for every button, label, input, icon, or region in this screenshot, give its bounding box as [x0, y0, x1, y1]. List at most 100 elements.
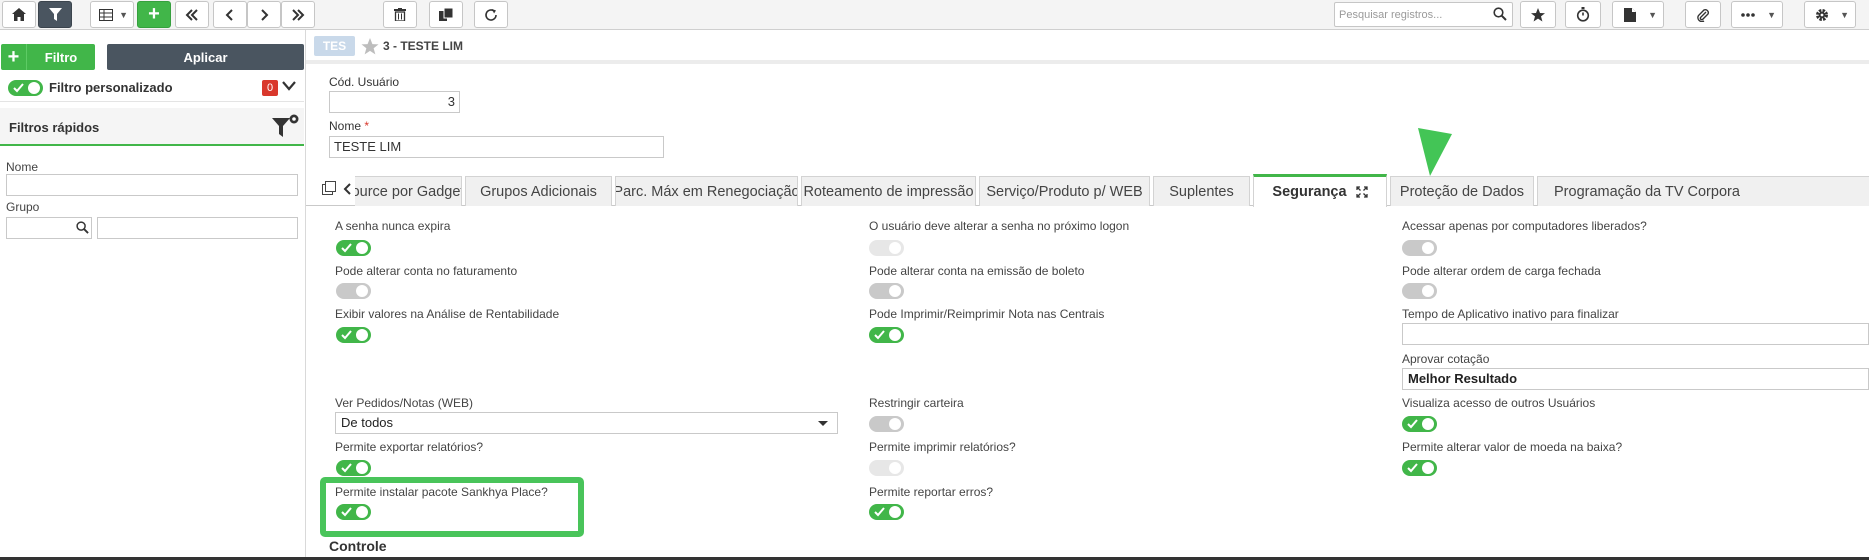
- alterar-conta-boleto-toggle[interactable]: [869, 283, 904, 299]
- refresh-button[interactable]: [474, 1, 508, 28]
- cod-usuario-field[interactable]: 3: [329, 91, 460, 113]
- tab-source-gadget[interactable]: ource por Gadget: [355, 176, 462, 206]
- page-title: 3 - TESTE LIM: [383, 39, 464, 53]
- home-button[interactable]: [2, 1, 36, 28]
- chevron-left-icon[interactable]: [343, 183, 352, 195]
- aprovar-cotacao-select[interactable]: Melhor Resultado: [1402, 368, 1869, 390]
- nome-label: Nome *: [329, 119, 370, 133]
- nome-filter-label: Nome: [6, 160, 39, 174]
- ver-pedidos-notas-select[interactable]: De todos: [335, 412, 838, 434]
- custom-filter-row: Filtro personalizado 0: [0, 74, 304, 102]
- imprimir-relatorios-toggle[interactable]: [869, 460, 904, 476]
- document-icon: [1624, 7, 1636, 22]
- nome-filter-input[interactable]: [6, 174, 298, 196]
- stopwatch-icon: [1576, 7, 1590, 22]
- restringir-carteira-label: Restringir carteira: [869, 396, 964, 410]
- exportar-relatorios-toggle[interactable]: [336, 460, 371, 476]
- ordem-carga-fechada-toggle[interactable]: [1402, 283, 1437, 299]
- funnel-icon: [48, 8, 62, 21]
- imprimir-relatorios-label: Permite imprimir relatórios?: [869, 440, 1016, 454]
- search-icon[interactable]: [1493, 7, 1507, 21]
- senha-nunca-expira-toggle[interactable]: [336, 240, 371, 256]
- filter-panel: + Filtro Aplicar Filtro personalizado 0 …: [0, 30, 306, 560]
- timer-button[interactable]: [1565, 1, 1601, 28]
- tab-suplentes[interactable]: Suplentes: [1153, 176, 1250, 206]
- tab-programacao-tv[interactable]: Programação da TV Corpora: [1537, 176, 1869, 206]
- header-divider: [306, 60, 1869, 64]
- tab-servico-produto[interactable]: Serviço/Produto p/ WEB: [979, 176, 1150, 206]
- paperclip-icon: [1697, 8, 1709, 22]
- nome-field[interactable]: TESTE LIM: [329, 136, 664, 158]
- exibir-valores-rentabilidade-label: Exibir valores na Análise de Rentabilida…: [335, 307, 560, 321]
- search-icon[interactable]: [76, 221, 89, 234]
- valor-moeda-baixa-label: Permite alterar valor de moeda na baixa?: [1402, 440, 1623, 454]
- aprovar-cotacao-label: Aprovar cotação: [1402, 352, 1490, 366]
- check-icon: [1407, 463, 1418, 473]
- cod-usuario-label: Cód. Usuário: [329, 75, 400, 89]
- alterar-senha-logon-toggle[interactable]: [869, 240, 904, 256]
- last-record-button[interactable]: [281, 1, 315, 28]
- check-icon: [874, 507, 885, 517]
- check-icon: [874, 330, 885, 340]
- filter-toggle-button[interactable]: [38, 1, 72, 28]
- tab-protecao-dados[interactable]: Proteção de Dados: [1390, 176, 1534, 206]
- custom-filter-toggle[interactable]: [8, 79, 43, 96]
- check-icon: [13, 82, 24, 92]
- next-record-button[interactable]: [247, 1, 281, 28]
- alterar-conta-faturamento-toggle[interactable]: [336, 283, 371, 299]
- copy-icon[interactable]: [322, 181, 337, 196]
- reportar-erros-toggle[interactable]: [869, 504, 904, 520]
- search-input[interactable]: [1335, 3, 1485, 26]
- filter-count-badge: 0: [262, 80, 278, 96]
- delete-button[interactable]: [383, 1, 417, 28]
- settings-button[interactable]: ▼: [1804, 1, 1856, 28]
- grid-view-button[interactable]: ▼: [90, 1, 134, 28]
- tab-parc-max[interactable]: Parc. Máx em Renegociação: [615, 176, 798, 206]
- reportar-erros-label: Permite reportar erros?: [869, 485, 994, 499]
- imprimir-nota-centrais-label: Pode Imprimir/Reimprimir Nota nas Centra…: [869, 307, 1105, 321]
- visualiza-acesso-toggle[interactable]: [1402, 416, 1437, 432]
- senha-nunca-expira-label: A senha nunca expira: [335, 219, 451, 233]
- refresh-icon: [485, 8, 497, 21]
- duplicate-button[interactable]: [429, 1, 463, 28]
- funnel-settings-icon[interactable]: [270, 113, 302, 139]
- plus-icon: +: [148, 3, 160, 25]
- attachment-button[interactable]: [1685, 1, 1721, 28]
- breadcrumb: TES 3 - TESTE LIM: [314, 35, 463, 57]
- copy-icon: [439, 8, 453, 21]
- check-icon: [1407, 419, 1418, 429]
- search-box: [1334, 2, 1513, 27]
- tab-roteamento[interactable]: Roteamento de impressão: [801, 176, 976, 206]
- filtro-button[interactable]: + Filtro: [1, 44, 95, 70]
- alterar-conta-boleto-label: Pode alterar conta na emissão de boleto: [869, 264, 1085, 278]
- aplicar-button[interactable]: Aplicar: [107, 44, 304, 70]
- previous-record-button[interactable]: [213, 1, 247, 28]
- grupo-filter-label: Grupo: [6, 200, 40, 214]
- valor-moeda-baixa-toggle[interactable]: [1402, 460, 1437, 476]
- chevron-down-icon: ▼: [1840, 9, 1849, 20]
- ellipsis-icon: [1741, 12, 1755, 17]
- first-record-button[interactable]: [175, 1, 209, 28]
- report-button[interactable]: ▼: [1612, 1, 1664, 28]
- tab-seguranca[interactable]: Segurança: [1253, 174, 1387, 207]
- chevron-left-icon: [225, 8, 233, 21]
- imprimir-nota-centrais-toggle[interactable]: [869, 327, 904, 343]
- tab-grupos-adicionais[interactable]: Grupos Adicionais: [465, 176, 612, 206]
- chevron-down-icon[interactable]: [282, 81, 296, 91]
- controle-section-title: Controle: [329, 538, 387, 554]
- star-icon[interactable]: [361, 37, 379, 55]
- alterar-conta-faturamento-label: Pode alterar conta no faturamento: [335, 264, 518, 278]
- restringir-carteira-toggle[interactable]: [869, 416, 904, 432]
- favorite-button[interactable]: [1520, 1, 1556, 28]
- add-record-button[interactable]: +: [137, 1, 171, 28]
- gear-icon: [1816, 8, 1828, 21]
- computadores-liberados-toggle[interactable]: [1402, 240, 1437, 256]
- more-options-button[interactable]: ▼: [1731, 1, 1783, 28]
- ver-pedidos-notas-label: Ver Pedidos/Notas (WEB): [335, 396, 474, 410]
- alterar-senha-logon-label: O usuário deve alterar a senha no próxim…: [869, 219, 1130, 233]
- grid-icon: [99, 8, 113, 21]
- chevron-down-icon: ▼: [1648, 9, 1657, 20]
- exibir-valores-rentabilidade-toggle[interactable]: [336, 327, 371, 343]
- grupo-description-input[interactable]: [97, 217, 298, 239]
- tempo-inativo-input[interactable]: [1402, 323, 1869, 345]
